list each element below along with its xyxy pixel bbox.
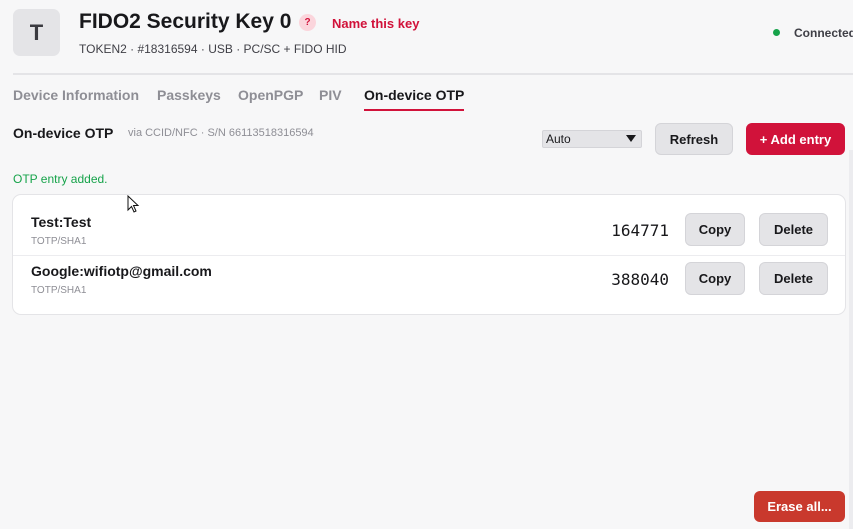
section-meta: via CCID/NFC · S/N 66113518316594	[128, 127, 314, 139]
section-title: On-device OTP	[13, 125, 114, 141]
list-item: Google:wifiotp@gmail.com TOTP/SHA1 38804…	[13, 255, 845, 303]
connection-status: Connected	[794, 26, 853, 40]
entry-name: Test:Test	[31, 214, 92, 230]
device-avatar: T	[13, 9, 60, 56]
entry-name: Google:wifiotp@gmail.com	[31, 263, 212, 279]
connection-status-dot	[773, 29, 780, 36]
refresh-button[interactable]: Refresh	[655, 123, 733, 155]
tab-passkeys[interactable]: Passkeys	[157, 87, 221, 109]
flash-message: OTP entry added.	[13, 172, 108, 186]
scrollbar[interactable]	[849, 150, 853, 529]
otp-code: 388040	[611, 270, 669, 289]
chevron-down-icon	[626, 135, 636, 142]
tab-openpgp[interactable]: OpenPGP	[238, 87, 303, 109]
add-entry-button[interactable]: + Add entry	[746, 123, 845, 155]
erase-all-button[interactable]: Erase all...	[754, 491, 845, 522]
header-divider	[13, 73, 853, 75]
name-this-key-link[interactable]: Name this key	[332, 16, 419, 31]
tab-piv[interactable]: PIV	[319, 87, 342, 109]
delete-button[interactable]: Delete	[759, 262, 828, 295]
delete-button[interactable]: Delete	[759, 213, 828, 246]
device-subtitle: TOKEN2 · #18316594 · USB · PC/SC + FIDO …	[79, 42, 347, 56]
mode-select[interactable]: Auto	[542, 130, 642, 148]
entry-type: TOTP/SHA1	[31, 285, 87, 296]
tab-on-device-otp[interactable]: On-device OTP	[364, 87, 465, 111]
page-title: FIDO2 Security Key 0	[79, 10, 292, 33]
copy-button[interactable]: Copy	[685, 213, 745, 246]
otp-code: 164771	[611, 221, 669, 240]
tab-device-information[interactable]: Device Information	[13, 87, 139, 109]
copy-button[interactable]: Copy	[685, 262, 745, 295]
entry-type: TOTP/SHA1	[31, 236, 87, 247]
mouse-cursor-icon	[127, 194, 140, 219]
mode-select-value: Auto	[546, 132, 571, 146]
help-icon[interactable]: ?	[299, 14, 316, 31]
